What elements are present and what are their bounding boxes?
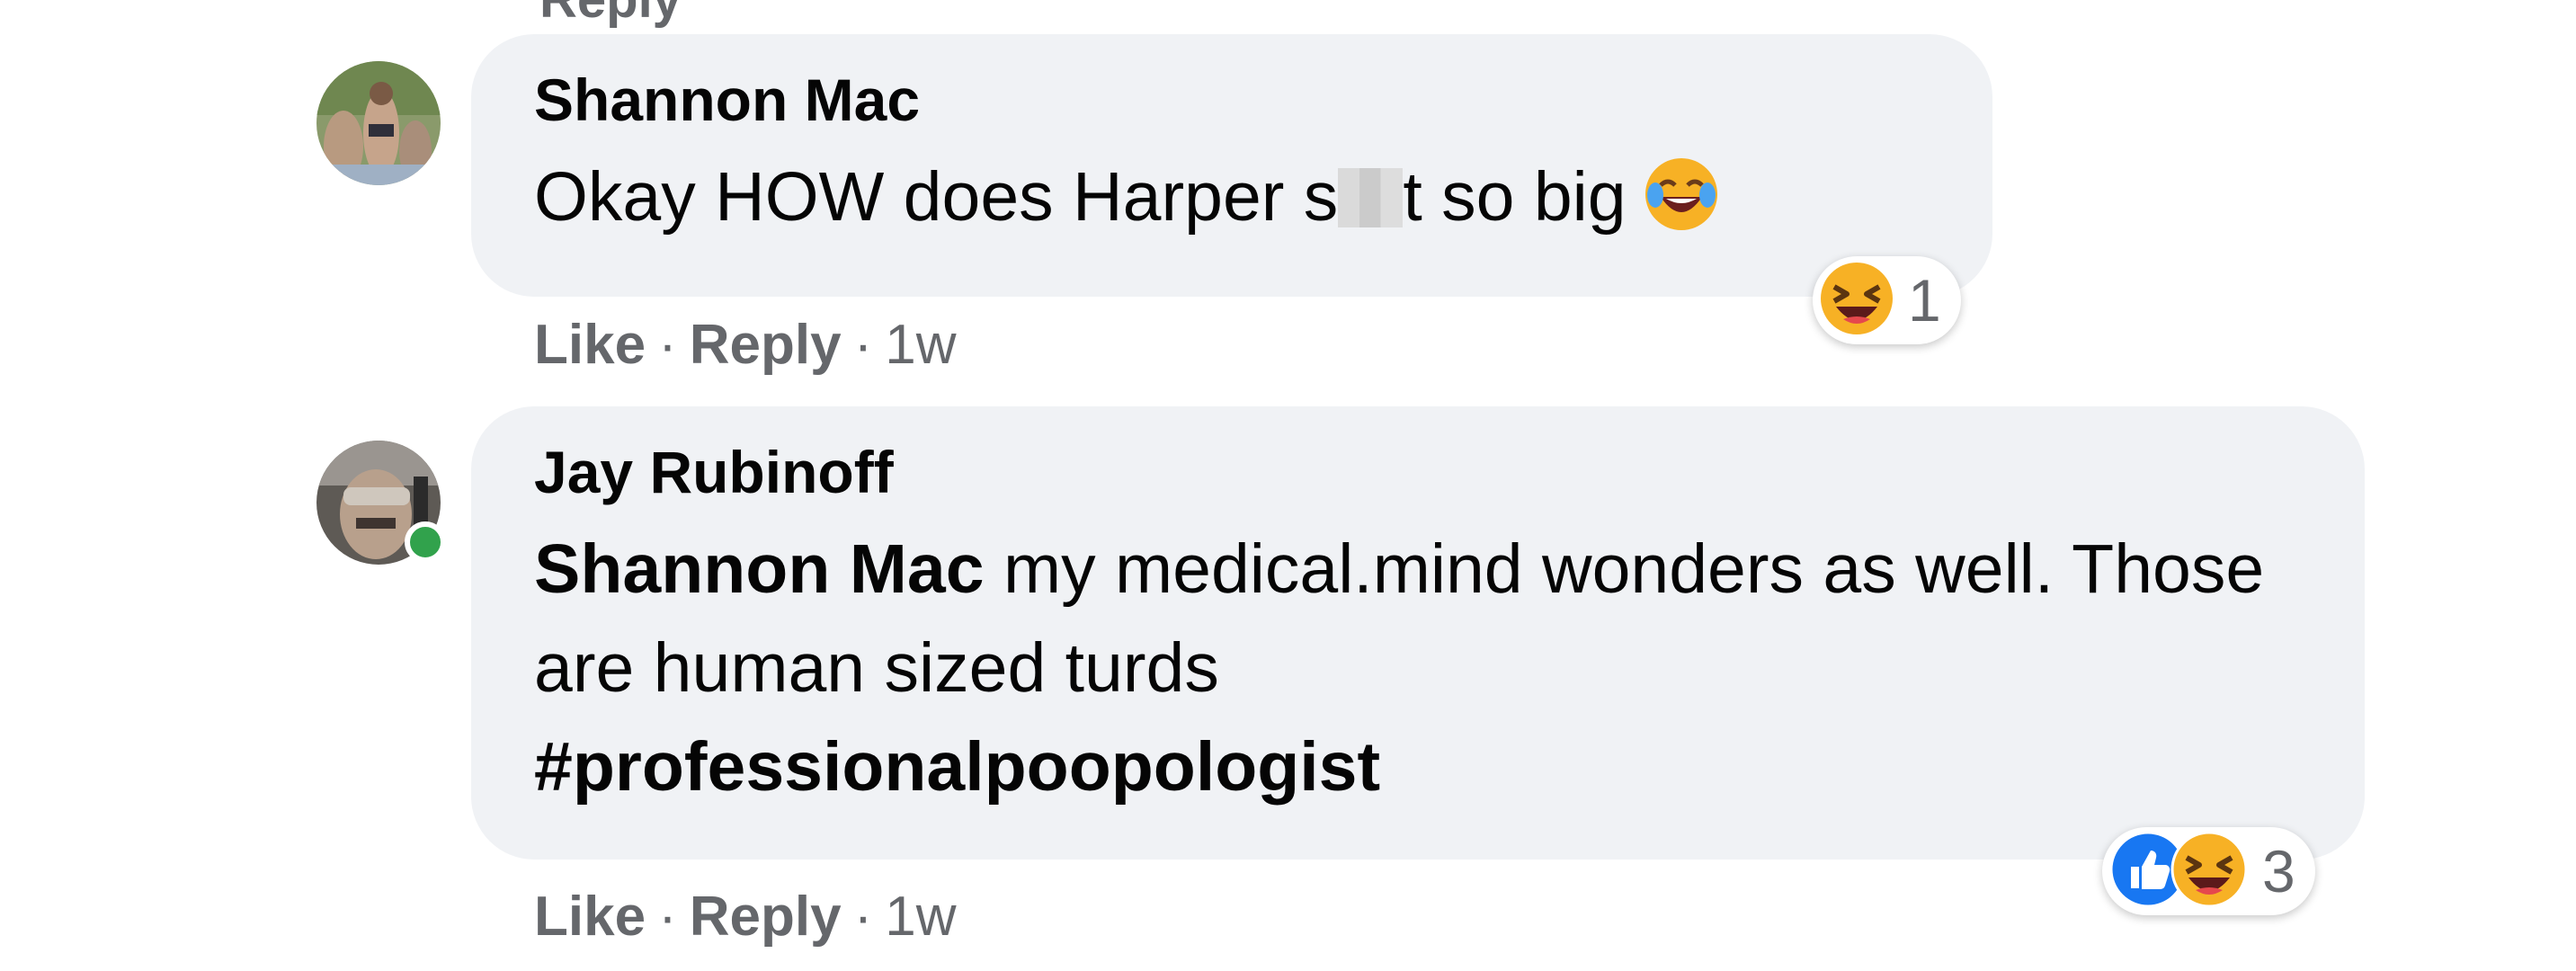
reaction-summary[interactable]: 3 [2102,827,2315,915]
timestamp[interactable]: 1w [885,314,956,376]
comment-bubble: Shannon Mac Okay HOW does Harper s t so b… [471,34,1992,297]
reaction-summary[interactable]: 1 [1813,256,1961,344]
comment-text-part: t so big [1403,158,1627,236]
avatar-photo-icon [316,61,441,185]
previous-comment-reply-link[interactable]: Reply [539,0,682,30]
reaction-count: 3 [2262,838,2295,904]
comment-text-part: Okay HOW does Harper s [534,158,1339,236]
comment-text: Okay HOW does Harper s t so big [534,147,1924,259]
comment-actions: Like · Reply · 1w [534,313,956,377]
like-link[interactable]: Like [534,314,646,376]
avatar[interactable] [316,61,441,185]
reply-link[interactable]: Reply [690,886,842,948]
comment-author-name[interactable]: Jay Rubinoff [534,442,2296,502]
comment-author-name[interactable]: Shannon Mac [534,70,1924,129]
comment-bubble: Jay Rubinoff Shannon Mac my medical.mind… [471,406,2365,860]
separator: · [658,886,677,948]
haha-icon [2170,831,2248,913]
like-link[interactable]: Like [534,886,646,948]
censored-blur [1338,168,1404,227]
reaction-count: 1 [1908,267,1941,334]
separator: · [658,314,677,376]
separator: · [853,314,873,376]
face-with-tears-of-joy-icon [1643,156,1720,259]
online-status-indicator [405,521,446,563]
haha-icon [1820,262,1894,340]
hashtag-link[interactable]: #professionalpoopologist [534,728,1380,806]
mention-link[interactable]: Shannon Mac [534,530,985,608]
avatar[interactable] [316,441,446,565]
reply-link[interactable]: Reply [690,314,842,376]
comment-text: Shannon Mac my medical.mind wonders as w… [534,520,2296,816]
timestamp[interactable]: 1w [885,886,956,948]
separator: · [853,886,873,948]
comment-actions: Like · Reply · 1w [534,885,956,949]
